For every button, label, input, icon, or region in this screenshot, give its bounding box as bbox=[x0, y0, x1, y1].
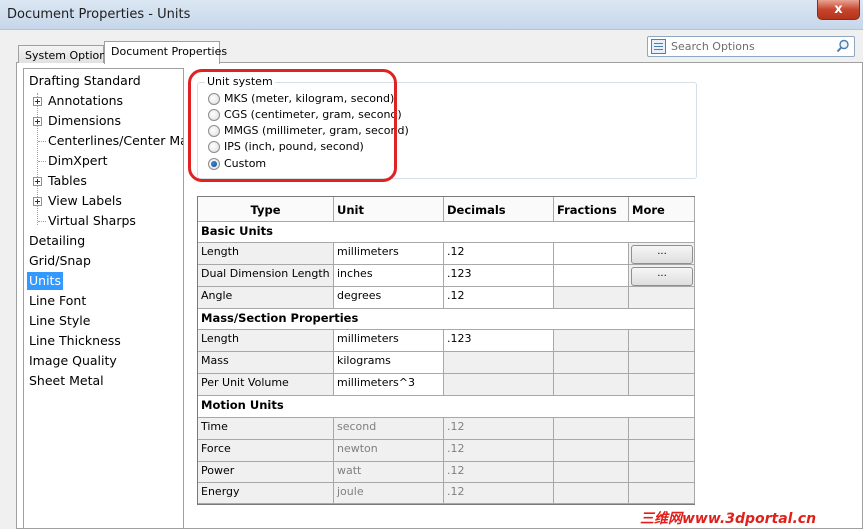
decimals-dropdown[interactable]: .123 bbox=[444, 265, 554, 287]
units-table: Type Unit Decimals Fractions More Basic … bbox=[197, 196, 695, 505]
row-type-per-unit-volume: Per Unit Volume bbox=[198, 374, 334, 396]
tree-item-dimensions[interactable]: Dimensions bbox=[48, 112, 121, 130]
fractions-field bbox=[554, 287, 629, 309]
tree-item-centerlines[interactable]: Centerlines/Center Mar bbox=[48, 132, 183, 150]
tree-item-view-labels[interactable]: View Labels bbox=[48, 192, 122, 210]
column-header-type: Type bbox=[198, 197, 334, 222]
window-title: Document Properties - Units bbox=[7, 7, 191, 22]
row-type-power: Power bbox=[198, 462, 334, 483]
decimals-dropdown[interactable]: .123 bbox=[444, 330, 554, 352]
row-type-dual-dimension-length: Dual Dimension Length bbox=[198, 265, 334, 287]
decimals-field: .12 bbox=[444, 440, 554, 462]
unit-dropdown[interactable]: millimeters bbox=[334, 330, 444, 352]
fractions-field bbox=[554, 440, 629, 462]
unit-dropdown[interactable]: kilograms bbox=[334, 352, 444, 374]
options-list-icon bbox=[651, 39, 666, 54]
fractions-field[interactable] bbox=[554, 243, 629, 265]
row-type-angle: Angle bbox=[198, 287, 334, 309]
column-header-more: More bbox=[629, 197, 695, 222]
more-cell bbox=[629, 374, 695, 396]
fractions-field[interactable] bbox=[554, 265, 629, 287]
decimals-dropdown[interactable]: .12 bbox=[444, 287, 554, 309]
tree-item-line-font[interactable]: Line Font bbox=[29, 292, 86, 310]
fractions-field bbox=[554, 352, 629, 374]
tree-item-units[interactable]: Units bbox=[27, 272, 63, 290]
site-watermark: 三维网www.3dportal.cn bbox=[640, 511, 817, 527]
tree-item-dimxpert[interactable]: DimXpert bbox=[48, 152, 108, 170]
tree-item-drafting-standard[interactable]: Drafting Standard bbox=[29, 72, 141, 90]
more-button[interactable]: ... bbox=[631, 267, 693, 286]
tree-item-image-quality[interactable]: Image Quality bbox=[29, 352, 117, 370]
tree-item-detailing[interactable]: Detailing bbox=[29, 232, 85, 250]
more-cell bbox=[629, 440, 695, 462]
row-type-time: Time bbox=[198, 418, 334, 440]
more-cell bbox=[629, 418, 695, 440]
row-type-length: Length bbox=[198, 243, 334, 265]
unit-dropdown[interactable]: millimeters bbox=[334, 243, 444, 265]
expand-icon[interactable] bbox=[33, 177, 42, 186]
decimals-field: .12 bbox=[444, 483, 554, 504]
more-button[interactable]: ... bbox=[631, 245, 693, 264]
tree-item-grid-snap[interactable]: Grid/Snap bbox=[29, 252, 91, 270]
unit-field: newton bbox=[334, 440, 444, 462]
expand-icon[interactable] bbox=[33, 197, 42, 206]
tree-guide-line bbox=[38, 161, 46, 162]
fractions-field bbox=[554, 418, 629, 440]
fractions-field bbox=[554, 483, 629, 504]
more-cell bbox=[629, 483, 695, 504]
search-box[interactable]: Search Options bbox=[647, 36, 855, 57]
tree-guide-line bbox=[38, 141, 46, 142]
section-basic-units: Basic Units bbox=[198, 222, 695, 243]
annotation-highlight bbox=[188, 69, 397, 182]
tree-item-line-style[interactable]: Line Style bbox=[29, 312, 90, 330]
decimals-dropdown[interactable]: .12 bbox=[444, 243, 554, 265]
tab-document-properties[interactable]: Document Properties bbox=[104, 41, 227, 64]
title-bar: Document Properties - Units bbox=[0, 0, 863, 30]
tree-item-line-thickness[interactable]: Line Thickness bbox=[29, 332, 121, 350]
tree-item-sheet-metal[interactable]: Sheet Metal bbox=[29, 372, 104, 390]
decimals-field: .12 bbox=[444, 418, 554, 440]
row-type-length: Length bbox=[198, 330, 334, 352]
options-tree: Drafting Standard Annotations Dimensions… bbox=[23, 68, 184, 529]
fractions-field bbox=[554, 462, 629, 483]
section-mass-properties: Mass/Section Properties bbox=[198, 309, 695, 330]
unit-dropdown[interactable]: degrees bbox=[334, 287, 444, 309]
unit-field: second bbox=[334, 418, 444, 440]
more-cell bbox=[629, 352, 695, 374]
column-header-decimals: Decimals bbox=[444, 197, 554, 222]
fractions-field bbox=[554, 374, 629, 396]
row-type-energy: Energy bbox=[198, 483, 334, 504]
row-type-mass: Mass bbox=[198, 352, 334, 374]
unit-dropdown[interactable]: inches bbox=[334, 265, 444, 287]
more-cell bbox=[629, 462, 695, 483]
row-type-force: Force bbox=[198, 440, 334, 462]
column-header-unit: Unit bbox=[334, 197, 444, 222]
search-input[interactable]: Search Options bbox=[671, 40, 755, 53]
close-button[interactable]: x bbox=[817, 0, 860, 20]
expand-icon[interactable] bbox=[33, 117, 42, 126]
section-motion-units: Motion Units bbox=[198, 396, 695, 418]
more-cell bbox=[629, 330, 695, 352]
tree-item-tables[interactable]: Tables bbox=[48, 172, 87, 190]
decimals-field: .12 bbox=[444, 462, 554, 483]
unit-field: joule bbox=[334, 483, 444, 504]
tree-guide-line bbox=[38, 221, 46, 222]
unit-field: watt bbox=[334, 462, 444, 483]
expand-icon[interactable] bbox=[33, 97, 42, 106]
tree-item-virtual-sharps[interactable]: Virtual Sharps bbox=[48, 212, 136, 230]
search-icon[interactable] bbox=[836, 39, 850, 53]
tree-item-annotations[interactable]: Annotations bbox=[48, 92, 123, 110]
decimals-field bbox=[444, 352, 554, 374]
column-header-fractions: Fractions bbox=[554, 197, 629, 222]
fractions-field bbox=[554, 330, 629, 352]
decimals-field bbox=[444, 374, 554, 396]
more-cell bbox=[629, 287, 695, 309]
tab-system-options[interactable]: System Options bbox=[18, 45, 112, 63]
unit-dropdown[interactable]: millimeters^3 bbox=[334, 374, 444, 396]
